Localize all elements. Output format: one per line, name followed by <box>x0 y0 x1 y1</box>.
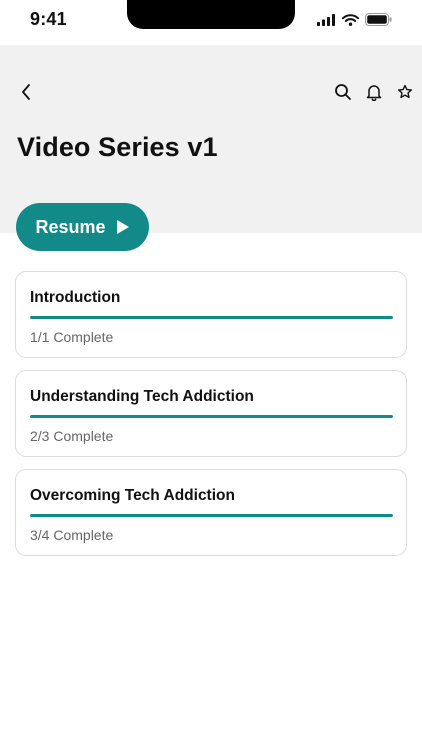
module-title: Overcoming Tech Addiction <box>30 487 235 504</box>
module-status: 3/4 Complete <box>30 527 114 543</box>
resume-label: Resume <box>35 216 106 237</box>
search-button[interactable] <box>332 81 354 103</box>
wifi-icon <box>342 13 359 26</box>
module-progress-bar <box>30 316 393 319</box>
star-icon <box>398 84 412 99</box>
notifications-button[interactable] <box>363 81 385 103</box>
module-card-introduction[interactable]: Introduction 1/1 Complete <box>15 271 407 358</box>
module-card-understanding-tech-addiction[interactable]: Understanding Tech Addiction 2/3 Complet… <box>15 370 407 457</box>
page-title: Video Series v1 <box>17 132 218 162</box>
resume-button[interactable]: Resume <box>16 203 149 251</box>
status-icons <box>317 13 392 26</box>
battery-icon <box>365 13 392 26</box>
module-list: Introduction 1/1 Complete Understanding … <box>15 271 407 568</box>
play-icon <box>116 220 129 234</box>
header-actions <box>332 81 416 103</box>
module-progress-bar <box>30 415 393 418</box>
module-title: Introduction <box>30 289 121 306</box>
signal-icon <box>317 13 336 26</box>
module-progress-fill <box>30 316 393 319</box>
module-progress-fill <box>30 514 393 517</box>
module-card-overcoming-tech-addiction[interactable]: Overcoming Tech Addiction 3/4 Complete <box>15 469 407 556</box>
bell-icon <box>366 85 382 101</box>
search-icon <box>335 84 351 100</box>
chevron-left-icon <box>22 84 30 100</box>
favorite-button[interactable] <box>394 81 416 103</box>
module-status: 1/1 Complete <box>30 329 114 345</box>
module-progress-fill <box>30 415 393 418</box>
status-bar: 9:41 <box>0 0 422 45</box>
module-title: Understanding Tech Addiction <box>30 388 254 405</box>
app-screen: 9:41 Video Series v1 Resume Introduction… <box>0 0 422 750</box>
module-progress-bar <box>30 514 393 517</box>
module-status: 2/3 Complete <box>30 428 114 444</box>
status-time: 9:41 <box>30 9 67 29</box>
back-button[interactable] <box>15 81 37 103</box>
device-notch <box>127 0 295 29</box>
